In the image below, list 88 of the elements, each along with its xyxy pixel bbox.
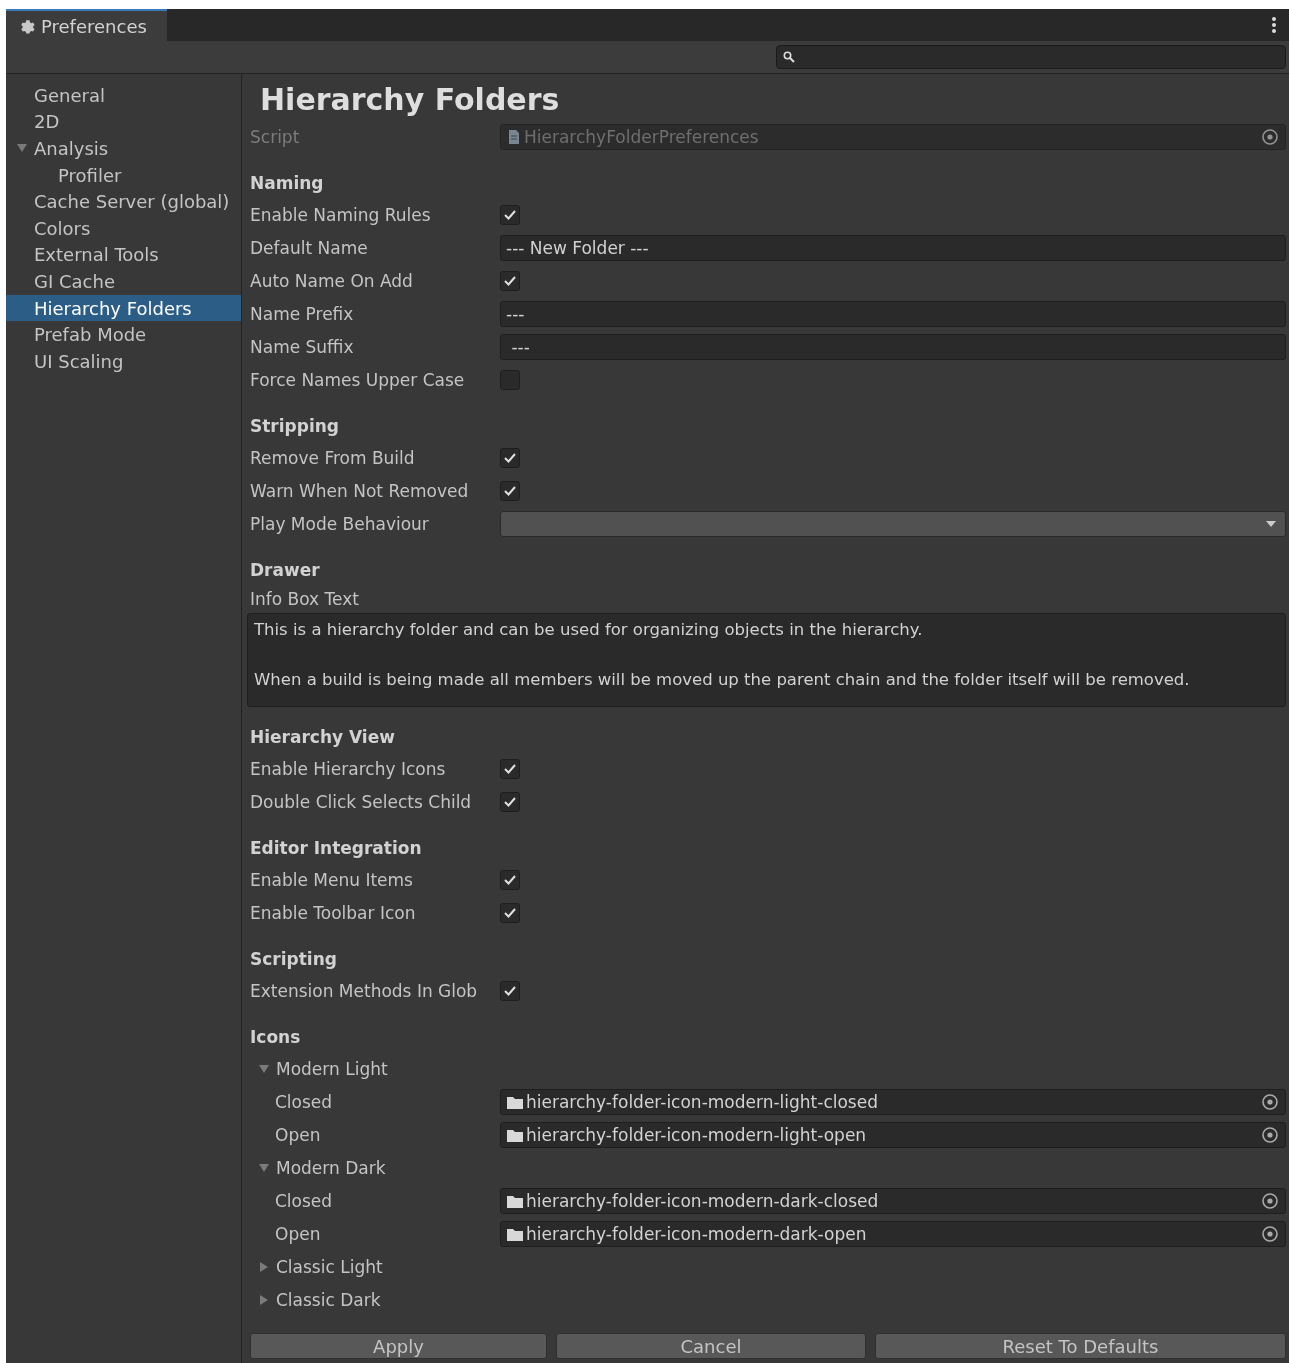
- field-label: Play Mode Behaviour: [250, 513, 430, 534]
- field-label: Warn When Not Removed: [250, 480, 470, 501]
- field-label: Extension Methods In Glob: [250, 980, 479, 1001]
- checkbox[interactable]: [500, 902, 520, 923]
- section-header: Stripping: [250, 415, 341, 438]
- foldout-label[interactable]: Classic Dark: [276, 1289, 526, 1310]
- checkmark-icon: [503, 274, 517, 287]
- sidebar-item[interactable]: General: [6, 82, 241, 109]
- field-label: Enable Hierarchy Icons: [250, 758, 447, 779]
- checkbox[interactable]: [500, 758, 520, 779]
- footer-button[interactable]: Apply: [250, 1333, 547, 1359]
- section-header: Naming: [250, 172, 325, 195]
- expanded-triangle-icon[interactable]: [258, 1161, 270, 1174]
- object-field[interactable]: hierarchy-folder-icon-modern-light-closed: [500, 1088, 1286, 1115]
- sidebar-item[interactable]: Analysis: [6, 135, 241, 162]
- field-label: Info Box Text: [250, 589, 360, 609]
- field-label: Enable Naming Rules: [250, 204, 432, 225]
- checkbox[interactable]: [500, 791, 520, 812]
- collapsed-triangle-icon[interactable]: [258, 1293, 270, 1306]
- caret-icon: [1265, 519, 1277, 528]
- checkmark-icon: [503, 984, 517, 997]
- checkmark-icon: [503, 873, 517, 886]
- field-label: Default Name: [250, 237, 369, 258]
- checkmark-icon: [503, 906, 517, 919]
- field-label: Enable Menu Items: [250, 869, 414, 890]
- checkmark-icon: [503, 762, 517, 775]
- field-label: Closed: [274, 1190, 334, 1211]
- sidebar-item[interactable]: Hierarchy Folders: [6, 294, 241, 322]
- object-field[interactable]: hierarchy-folder-icon-modern-light-open: [500, 1121, 1286, 1148]
- section-header: Icons: [250, 1026, 302, 1049]
- checkbox[interactable]: [500, 447, 520, 468]
- object-field[interactable]: hierarchy-folder-icon-modern-dark-open: [500, 1220, 1286, 1247]
- foldout-label[interactable]: Modern Light: [276, 1058, 526, 1079]
- checkbox[interactable]: [500, 480, 520, 501]
- footer-button[interactable]: Reset To Defaults: [875, 1333, 1286, 1359]
- section-header: Hierarchy View: [250, 726, 396, 749]
- object-picker-icon[interactable]: [1261, 127, 1279, 146]
- field-label: Closed: [274, 1091, 334, 1112]
- footer-button[interactable]: Cancel: [556, 1333, 866, 1359]
- field-label: Name Suffix: [250, 336, 355, 357]
- field-label: Remove From Build: [250, 447, 416, 468]
- sidebar-item[interactable]: 2D: [6, 108, 241, 136]
- text-field[interactable]: --- New Folder ---: [500, 234, 1286, 261]
- sidebar-item[interactable]: GI Cache: [6, 268, 241, 295]
- sidebar-item[interactable]: External Tools: [6, 241, 241, 269]
- page-title: Hierarchy Folders: [259, 80, 561, 119]
- checkbox[interactable]: [500, 369, 520, 390]
- checkmark-icon: [503, 451, 517, 464]
- object-picker-icon[interactable]: [1261, 1125, 1279, 1144]
- checkmark-icon: [503, 484, 517, 497]
- checkbox[interactable]: [500, 980, 520, 1001]
- section-header: Drawer: [250, 559, 321, 582]
- script-file-icon: [508, 129, 520, 144]
- checkmark-icon: [503, 795, 517, 808]
- field-label: Name Prefix: [250, 303, 355, 324]
- section-header: Editor Integration: [250, 837, 423, 860]
- preferences-tab[interactable]: Preferences: [6, 9, 167, 41]
- foldout-label[interactable]: Modern Dark: [276, 1157, 526, 1178]
- checkbox[interactable]: [500, 270, 520, 291]
- search-field[interactable]: [776, 45, 1286, 69]
- sidebar-item[interactable]: Colors: [6, 214, 241, 242]
- sidebar-item[interactable]: Cache Server (global): [6, 188, 241, 215]
- field-label: Auto Name On Add: [250, 270, 414, 291]
- text-field[interactable]: ---: [500, 300, 1286, 327]
- search-icon: [783, 51, 795, 63]
- info-text-area[interactable]: This is a hierarchy folder and can be used for organizing objects in the hierarchy. When a build is being made all members will be moved up the parent chain and the folder itself will be removed.: [247, 613, 1286, 707]
- field-label: Open: [274, 1124, 322, 1145]
- collapsed-triangle-icon[interactable]: [258, 1260, 270, 1273]
- section-header: Scripting: [250, 948, 338, 971]
- checkbox[interactable]: [500, 204, 520, 225]
- object-picker-icon[interactable]: [1261, 1191, 1279, 1210]
- sidebar-item[interactable]: UI Scaling: [6, 347, 241, 375]
- field-label: Script: [250, 126, 301, 147]
- field-label: Open: [274, 1223, 322, 1244]
- checkbox[interactable]: [500, 869, 520, 890]
- sidebar-item[interactable]: Prefab Mode: [6, 321, 241, 348]
- object-picker-icon[interactable]: [1261, 1224, 1279, 1243]
- checkmark-icon: [503, 208, 517, 221]
- field-label: Double Click Selects Child: [250, 791, 473, 812]
- field-label: Force Names Upper Case: [250, 369, 466, 390]
- field-label: Enable Toolbar Icon: [250, 902, 417, 923]
- sidebar-item[interactable]: Profiler: [6, 161, 241, 189]
- object-field[interactable]: hierarchy-folder-icon-modern-dark-closed: [500, 1187, 1286, 1214]
- more-options-icon[interactable]: [1271, 16, 1277, 34]
- foldout-label[interactable]: Classic Light: [276, 1256, 526, 1277]
- expanded-triangle-icon[interactable]: [258, 1062, 270, 1075]
- object-picker-icon[interactable]: [1261, 1092, 1279, 1111]
- text-field[interactable]: ---: [500, 333, 1286, 360]
